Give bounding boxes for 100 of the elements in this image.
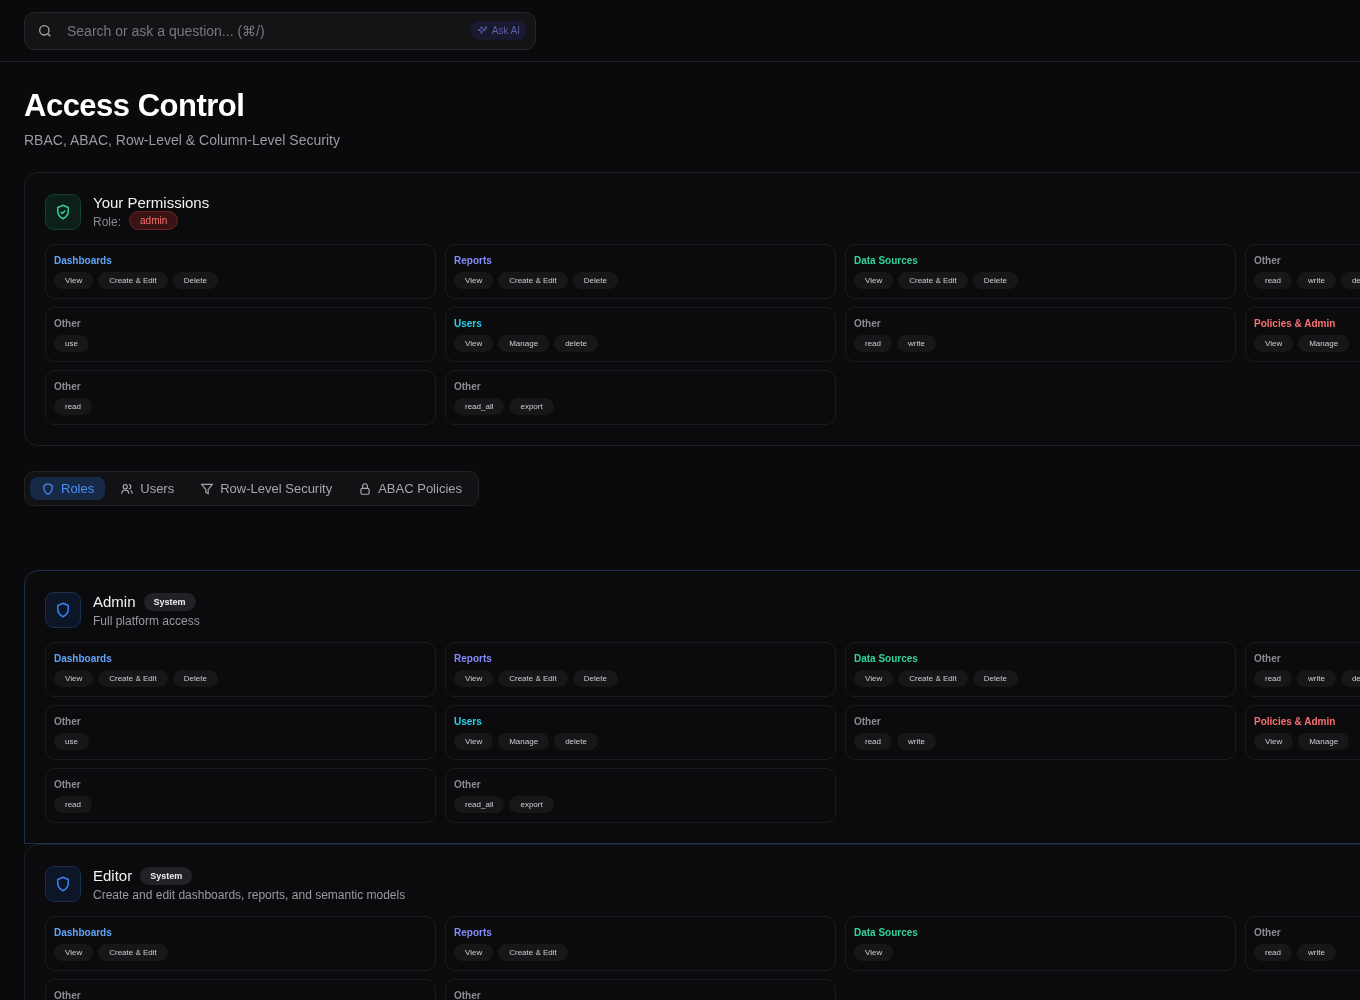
group-label: Policies & Admin — [1254, 318, 1336, 329]
group-label: Other — [1254, 653, 1281, 664]
permission-tag: Delete — [972, 272, 1018, 289]
permission-tag: read — [54, 796, 92, 813]
permission-tag: View — [854, 670, 894, 687]
permission-tag: use — [54, 335, 89, 352]
filter-icon — [200, 481, 215, 496]
permission-tag: Create & Edit — [98, 272, 168, 289]
tab[interactable]: Roles — [30, 477, 106, 500]
group-label: Other — [1254, 927, 1281, 938]
role-name: Admin — [93, 593, 136, 610]
role-card[interactable]: Editor System Create and edit dashboards, reports, and semantic models Dashboards View Create & Edit Reports View Create & Edit Data Sources View Other read write Other Other — [24, 844, 1360, 1000]
permission-tag: export — [509, 796, 554, 813]
permission-tag: View — [454, 733, 494, 750]
permission-tag: write — [1297, 670, 1336, 687]
permission-tag: View — [854, 944, 894, 961]
permission-tag: read — [1254, 670, 1292, 687]
permission-tag: Delete — [972, 670, 1018, 687]
permission-tag: View — [54, 272, 94, 289]
group-label: Reports — [454, 927, 492, 938]
group-label: Other — [54, 318, 81, 329]
group-label: Other — [54, 381, 81, 392]
group-label: Other — [454, 779, 481, 790]
shield-check-icon — [45, 194, 81, 230]
permission-tag: read_all — [454, 398, 505, 415]
permission-tag: read — [54, 398, 92, 415]
permission-tag: View — [454, 335, 494, 352]
role-description: Full platform access — [93, 613, 200, 628]
role-description: Create and edit dashboards, reports, and semantic models — [93, 887, 406, 902]
shield-icon — [45, 592, 81, 628]
page-subtitle: RBAC, ABAC, Row-Level & Column-Level Security — [24, 132, 341, 148]
permission-tag: delete — [554, 335, 598, 352]
permission-tag: Delete — [572, 272, 618, 289]
permission-tag: Create & Edit — [98, 944, 168, 961]
permission-tag: View — [1254, 733, 1294, 750]
group-label: Data Sources — [854, 653, 918, 664]
permission-tag: read — [854, 733, 892, 750]
permission-tag: write — [1297, 272, 1336, 289]
tab[interactable]: ABAC Policies — [347, 477, 473, 500]
group-label: Other — [854, 318, 881, 329]
sparkle-icon — [476, 25, 488, 36]
group-label: Dashboards — [54, 927, 112, 938]
role-card[interactable] — [24, 570, 1360, 844]
permission-tag: View — [54, 944, 94, 961]
permission-tag: View — [454, 944, 494, 961]
group-label: Other — [54, 990, 81, 1000]
group-label: Data Sources — [854, 255, 918, 266]
permission-tag: Create & Edit — [498, 944, 568, 961]
permission-tag: Manage — [498, 335, 550, 352]
permission-tag: Create & Edit — [498, 670, 568, 687]
group-label: Other — [454, 381, 481, 392]
permission-tag: Delete — [572, 670, 618, 687]
group-label: Other — [54, 716, 81, 727]
group-label: Reports — [454, 255, 492, 266]
group-label: Dashboards — [54, 255, 112, 266]
group-label: Policies & Admin — [1254, 716, 1336, 727]
permission-tag: write — [897, 733, 936, 750]
permission-tag: View — [454, 272, 494, 289]
users-icon — [120, 481, 135, 496]
permission-tag: View — [854, 272, 894, 289]
permission-tag: delete — [554, 733, 598, 750]
role-name: Editor — [93, 867, 133, 884]
permission-tag: export — [509, 398, 554, 415]
role-label: Role: — [93, 214, 121, 229]
tab[interactable]: Row-Level Security — [189, 477, 344, 500]
permission-tag: read_all — [454, 796, 505, 813]
system-badge: System — [143, 592, 196, 611]
permission-tag: Delete — [172, 272, 218, 289]
permission-tag: View — [1254, 335, 1294, 352]
group-label: Users — [454, 716, 482, 727]
permission-tag: Create & Edit — [898, 670, 968, 687]
group-label: Dashboards — [54, 653, 112, 664]
shield-icon — [45, 866, 81, 902]
group-label: Other — [454, 990, 481, 1000]
group-label: Other — [854, 716, 881, 727]
permission-tag: read — [854, 335, 892, 352]
permission-tag: read — [1254, 272, 1292, 289]
card-title: Your Permissions — [93, 194, 210, 211]
permission-tag: Create & Edit — [498, 272, 568, 289]
permission-tag: Manage — [498, 733, 550, 750]
permission-tag: de — [1340, 670, 1360, 687]
shield-icon — [41, 481, 55, 496]
group-label: Data Sources — [854, 927, 918, 938]
permission-tag: use — [54, 733, 89, 750]
group-label: Other — [1254, 255, 1281, 266]
page-title: Access Control — [24, 88, 246, 124]
permission-tag: View — [54, 670, 94, 687]
group-label: Users — [454, 318, 482, 329]
group-label: Reports — [454, 653, 492, 664]
lock-icon — [358, 481, 373, 496]
permission-tag: write — [897, 335, 936, 352]
permission-tag: Create & Edit — [98, 670, 168, 687]
role-badge: admin — [129, 211, 179, 230]
permission-tag: write — [1297, 944, 1336, 961]
tab[interactable]: Users — [109, 477, 186, 500]
search-icon — [37, 22, 53, 39]
permission-tag: de — [1340, 272, 1360, 289]
permission-tag: Create & Edit — [898, 272, 968, 289]
permission-tag: Manage — [1298, 335, 1350, 352]
system-badge: System — [140, 866, 193, 885]
